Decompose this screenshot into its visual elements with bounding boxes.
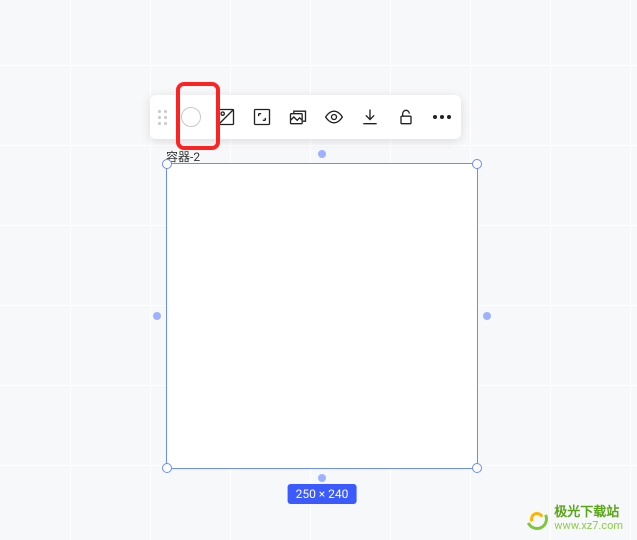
selected-container[interactable]: 250 × 240 xyxy=(166,163,478,469)
watermark: 极光下载站 www.xz7.com xyxy=(526,506,623,532)
watermark-url: www.xz7.com xyxy=(554,520,623,532)
auto-resize-icon[interactable] xyxy=(251,106,273,128)
fill-color-icon[interactable] xyxy=(181,107,201,127)
resize-handle-top-left[interactable] xyxy=(162,159,172,169)
floating-toolbar xyxy=(150,95,461,139)
design-canvas[interactable]: 容器-2 250 × 240 极光下载站 www.xz7.com xyxy=(0,0,637,540)
resize-handle-top-right[interactable] xyxy=(472,159,482,169)
size-badge: 250 × 240 xyxy=(288,484,357,504)
resize-handle-bottom-left[interactable] xyxy=(162,463,172,473)
edge-handle-right[interactable] xyxy=(483,312,491,320)
edge-handle-left[interactable] xyxy=(153,312,161,320)
watermark-logo-icon xyxy=(526,508,548,530)
edge-handle-bottom[interactable] xyxy=(318,474,326,482)
more-menu-icon[interactable] xyxy=(431,106,453,128)
image-fill-icon[interactable] xyxy=(215,106,237,128)
replace-image-icon[interactable] xyxy=(287,106,309,128)
watermark-title: 极光下载站 xyxy=(554,506,623,520)
download-icon[interactable] xyxy=(359,106,381,128)
unlock-icon[interactable] xyxy=(395,106,417,128)
drag-handle-icon[interactable] xyxy=(158,110,167,125)
preview-eye-icon[interactable] xyxy=(323,106,345,128)
edge-handle-top[interactable] xyxy=(318,150,326,158)
resize-handle-bottom-right[interactable] xyxy=(472,463,482,473)
